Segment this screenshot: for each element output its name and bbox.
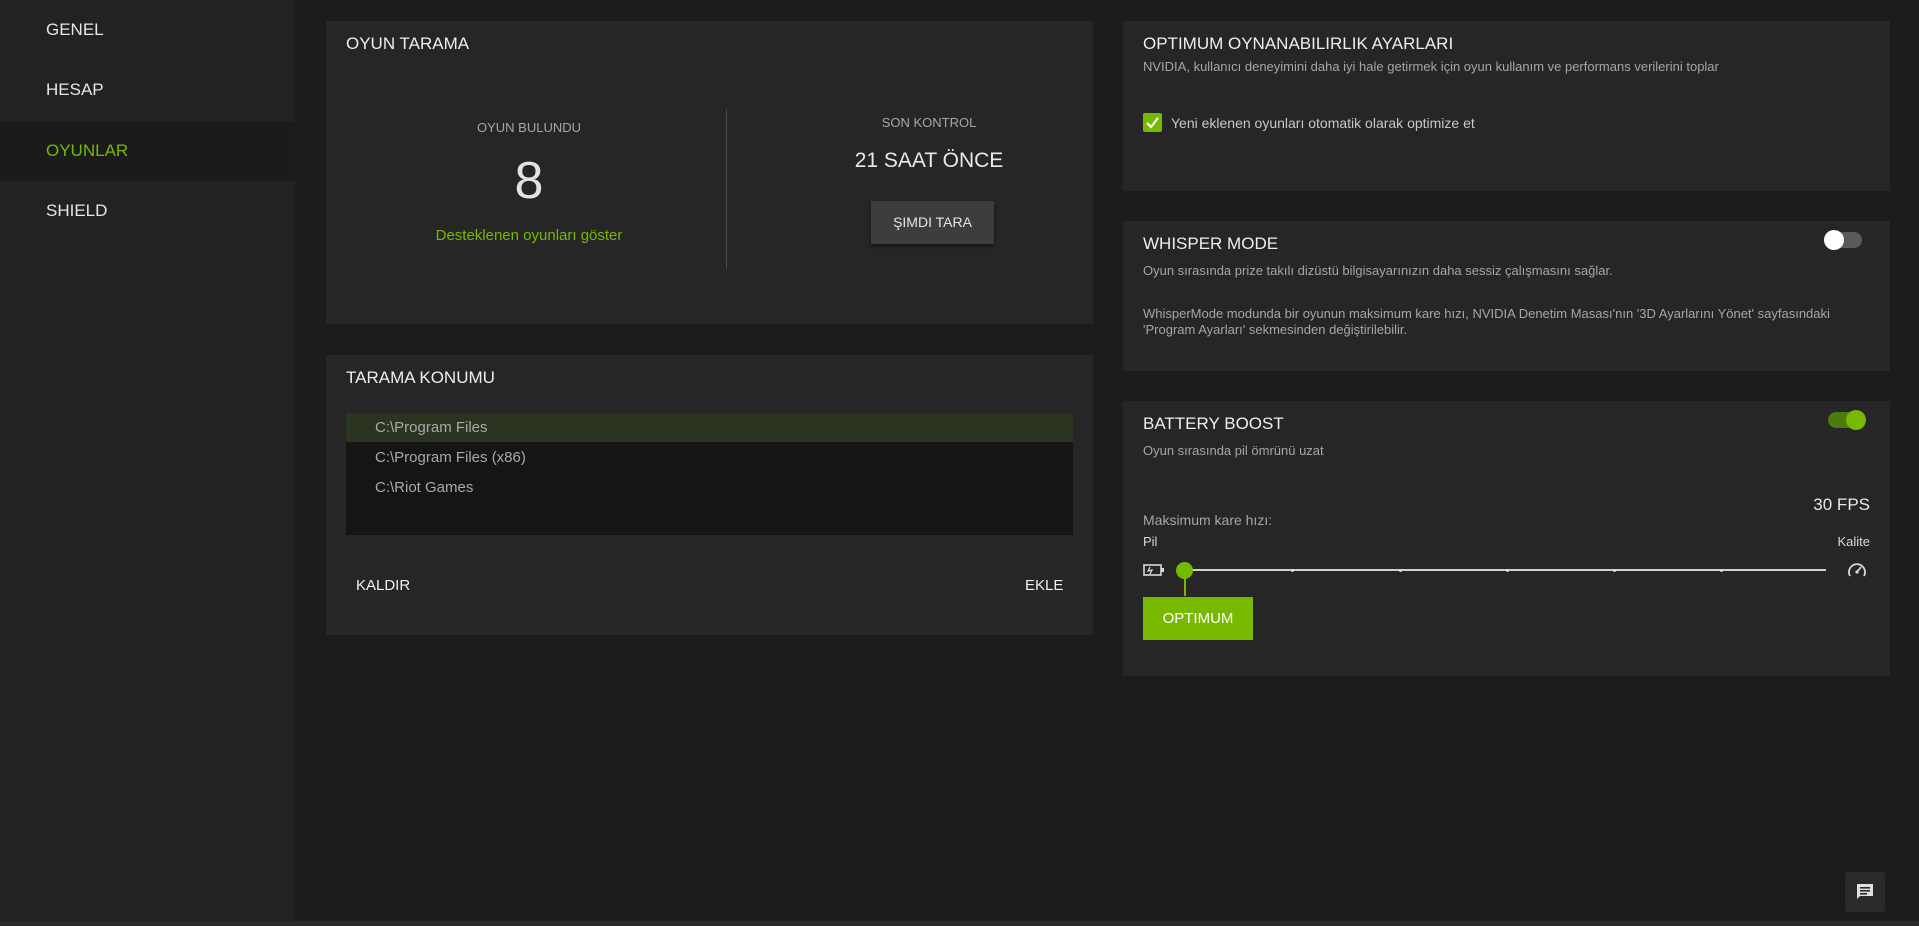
slider-tick bbox=[1291, 569, 1294, 572]
battery-boost-panel: BATTERY BOOST Oyun sırasında pil ömrünü … bbox=[1123, 401, 1890, 676]
game-scan-title: OYUN TARAMA bbox=[346, 34, 470, 53]
game-scan-panel: OYUN TARAMA OYUN BULUNDU 8 Desteklenen o… bbox=[326, 21, 1093, 324]
scan-location-item-1[interactable]: C:\Program Files (x86) bbox=[346, 443, 1073, 472]
games-found-label: OYUN BULUNDU bbox=[476, 120, 581, 135]
optimal-settings-title: OPTIMUM OYNANABILIRLIK AYARLARI bbox=[1143, 34, 1454, 53]
sidebar: GENEL HESAP OYUNLAR SHIELD bbox=[0, 0, 295, 921]
scan-divider bbox=[726, 109, 727, 269]
slider-tick bbox=[1613, 569, 1616, 572]
battery-icon bbox=[1143, 564, 1164, 576]
last-check-value: 21 SAAT ÖNCE bbox=[854, 149, 1004, 172]
games-found-count: 8 bbox=[514, 152, 544, 210]
speedometer-icon bbox=[1848, 563, 1866, 577]
scan-now-button[interactable]: ŞIMDI TARA bbox=[871, 201, 994, 244]
remove-location-button[interactable]: KALDIR bbox=[356, 577, 410, 594]
slider-right-label: Kalite bbox=[1837, 534, 1870, 549]
auto-optimize-label[interactable]: Yeni eklenen oyunları otomatik olarak op… bbox=[1171, 115, 1475, 131]
battery-boost-description: Oyun sırasında pil ömrünü uzat bbox=[1143, 443, 1324, 458]
optimal-settings-description: NVIDIA, kullanıcı deneyimini daha iyi ha… bbox=[1143, 59, 1719, 74]
whisper-mode-panel: WHISPER MODE Oyun sırasında prize takılı… bbox=[1123, 221, 1890, 371]
whisper-mode-title: WHISPER MODE bbox=[1143, 234, 1279, 253]
toggle-knob bbox=[1846, 410, 1866, 430]
whisper-mode-note-line1: WhisperMode modunda bir oyunun maksimum … bbox=[1143, 306, 1830, 321]
scan-location-item-0[interactable]: C:\Program Files bbox=[346, 413, 1073, 442]
add-location-button[interactable]: EKLE bbox=[1025, 577, 1063, 594]
whisper-mode-note-line2: 'Program Ayarları' sekmesinden değiştiri… bbox=[1143, 322, 1408, 337]
optimal-button[interactable]: OPTIMUM bbox=[1143, 597, 1253, 640]
optimal-settings-panel: OPTIMUM OYNANABILIRLIK AYARLARI NVIDIA, … bbox=[1123, 21, 1890, 191]
fps-slider-track[interactable] bbox=[1183, 569, 1826, 571]
scan-location-title: TARAMA KONUMU bbox=[346, 368, 495, 387]
toggle-knob bbox=[1824, 230, 1844, 250]
chat-icon bbox=[1857, 884, 1873, 899]
show-supported-games-link[interactable]: Desteklenen oyunları göster bbox=[366, 227, 692, 244]
slider-tick bbox=[1399, 569, 1402, 572]
slider-tick bbox=[1720, 569, 1723, 572]
whisper-mode-description: Oyun sırasında prize takılı dizüstü bilg… bbox=[1143, 263, 1613, 278]
scan-location-item-2[interactable]: C:\Riot Games bbox=[346, 473, 1073, 502]
checkmark-icon bbox=[1146, 117, 1159, 129]
auto-optimize-checkbox[interactable] bbox=[1143, 113, 1162, 132]
scan-location-panel: TARAMA KONUMU C:\Program Files C:\Progra… bbox=[326, 355, 1093, 635]
slider-tick bbox=[1506, 569, 1509, 572]
slider-left-label: Pil bbox=[1143, 534, 1158, 549]
sidebar-item-hesap[interactable]: HESAP bbox=[0, 60, 295, 120]
last-check-label: SON KONTROL bbox=[881, 115, 977, 130]
sidebar-item-genel[interactable]: GENEL bbox=[0, 0, 295, 60]
whisper-mode-toggle[interactable] bbox=[1824, 230, 1862, 250]
sidebar-item-oyunlar[interactable]: OYUNLAR bbox=[0, 121, 295, 181]
fps-value: 30 FPS bbox=[1813, 495, 1870, 514]
bottom-bar bbox=[0, 921, 1919, 926]
max-fps-label: Maksimum kare hızı: bbox=[1143, 512, 1273, 528]
battery-boost-toggle[interactable] bbox=[1828, 410, 1866, 430]
battery-boost-title: BATTERY BOOST bbox=[1143, 414, 1284, 433]
scan-location-list: C:\Program Files C:\Program Files (x86) … bbox=[346, 413, 1073, 535]
sidebar-item-shield[interactable]: SHIELD bbox=[0, 181, 295, 241]
fps-slider-handle[interactable] bbox=[1176, 562, 1193, 579]
chat-button[interactable] bbox=[1845, 872, 1885, 912]
